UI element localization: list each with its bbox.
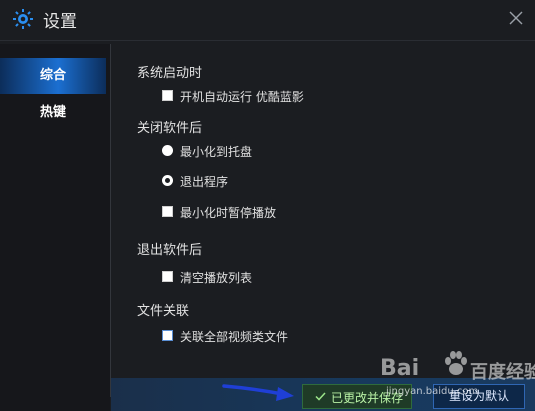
- autostart-label: 开机自动运行 优酷蓝影: [180, 90, 304, 104]
- exit-program-label: 退出程序: [180, 175, 229, 189]
- sidebar-item-label: 综合: [39, 68, 66, 83]
- title-divider: [0, 40, 535, 41]
- sidebar-item-label: 热键: [39, 105, 66, 120]
- clear-playlist-label: 清空播放列表: [180, 271, 253, 285]
- pause-on-minimize-label: 最小化时暂停播放: [180, 206, 277, 220]
- radio-button-selected[interactable]: [162, 175, 173, 186]
- window-title: 设置: [43, 12, 77, 32]
- sidebar-item-general[interactable]: 综合: [0, 58, 106, 94]
- title-bar: 设置: [0, 0, 535, 40]
- sidebar: 综合 热键: [0, 44, 110, 411]
- settings-panel: 系统启动时 开机自动运行 优酷蓝影 关闭软件后 最小化到托盘 退出程序 最小化时…: [111, 44, 535, 384]
- associate-video-files-label: 关联全部视频类文件: [180, 330, 289, 344]
- section-title-close: 关闭软件后: [137, 121, 203, 136]
- section-title-file-assoc: 文件关联: [137, 304, 190, 319]
- checkbox-box[interactable]: [162, 330, 173, 341]
- annotation-arrow-icon: [222, 384, 294, 401]
- sidebar-item-hotkeys[interactable]: 热键: [0, 95, 106, 131]
- section-title-exit: 退出软件后: [137, 243, 203, 258]
- radio-button[interactable]: [162, 145, 173, 156]
- watermark-brand-left: Bai: [380, 356, 420, 381]
- section-title-startup: 系统启动时: [137, 66, 203, 81]
- watermark-url: jingyan.baidu.com: [386, 386, 479, 397]
- close-icon[interactable]: [508, 10, 524, 26]
- checkbox-box[interactable]: [162, 90, 173, 101]
- baidu-watermark: Bai 百度经验 jingyan.baidu.com: [380, 348, 535, 408]
- gear-icon: [13, 9, 33, 29]
- check-icon: [315, 392, 326, 401]
- checkbox-box[interactable]: [162, 271, 173, 282]
- minimize-to-tray-label: 最小化到托盘: [180, 145, 253, 159]
- checkbox-box[interactable]: [162, 206, 173, 217]
- watermark-brand-right: 百度经验: [470, 362, 535, 383]
- paw-logo-icon: [445, 351, 467, 375]
